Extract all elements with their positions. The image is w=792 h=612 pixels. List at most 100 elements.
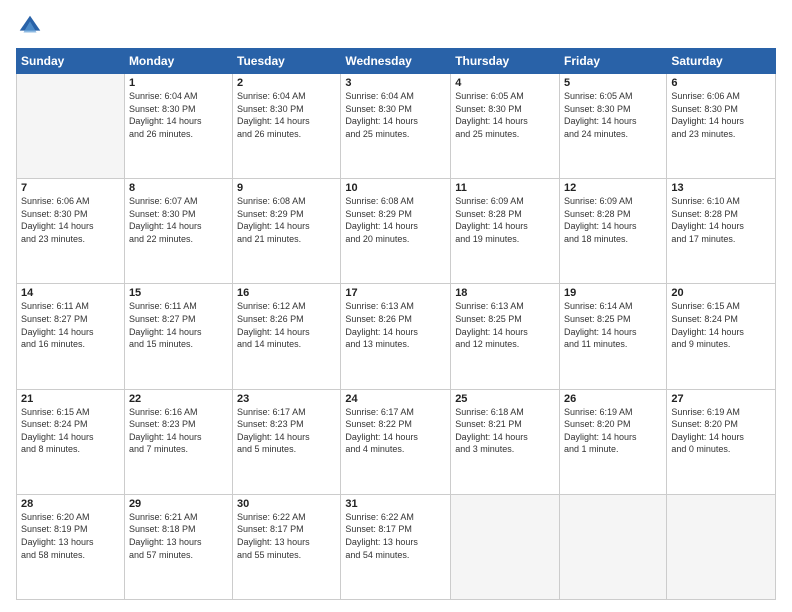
day-number: 11 — [455, 182, 555, 194]
day-info: Sunrise: 6:19 AM Sunset: 8:20 PM Dayligh… — [564, 406, 662, 456]
day-number: 24 — [345, 393, 446, 405]
day-cell: 21Sunrise: 6:15 AM Sunset: 8:24 PM Dayli… — [17, 389, 125, 494]
day-info: Sunrise: 6:09 AM Sunset: 8:28 PM Dayligh… — [564, 195, 662, 245]
day-number: 10 — [345, 182, 446, 194]
day-info: Sunrise: 6:15 AM Sunset: 8:24 PM Dayligh… — [21, 406, 120, 456]
day-info: Sunrise: 6:14 AM Sunset: 8:25 PM Dayligh… — [564, 300, 662, 350]
day-info: Sunrise: 6:12 AM Sunset: 8:26 PM Dayligh… — [237, 300, 336, 350]
week-row-1: 1Sunrise: 6:04 AM Sunset: 8:30 PM Daylig… — [17, 74, 776, 179]
day-info: Sunrise: 6:19 AM Sunset: 8:20 PM Dayligh… — [671, 406, 771, 456]
logo — [16, 12, 48, 40]
day-cell: 17Sunrise: 6:13 AM Sunset: 8:26 PM Dayli… — [341, 284, 451, 389]
day-cell: 25Sunrise: 6:18 AM Sunset: 8:21 PM Dayli… — [451, 389, 560, 494]
day-cell: 31Sunrise: 6:22 AM Sunset: 8:17 PM Dayli… — [341, 494, 451, 599]
day-info: Sunrise: 6:20 AM Sunset: 8:19 PM Dayligh… — [21, 511, 120, 561]
day-info: Sunrise: 6:16 AM Sunset: 8:23 PM Dayligh… — [129, 406, 228, 456]
day-info: Sunrise: 6:06 AM Sunset: 8:30 PM Dayligh… — [21, 195, 120, 245]
day-number: 8 — [129, 182, 228, 194]
day-number: 16 — [237, 287, 336, 299]
col-header-tuesday: Tuesday — [233, 49, 341, 74]
day-number: 31 — [345, 498, 446, 510]
day-number: 30 — [237, 498, 336, 510]
header-row: SundayMondayTuesdayWednesdayThursdayFrid… — [17, 49, 776, 74]
day-info: Sunrise: 6:07 AM Sunset: 8:30 PM Dayligh… — [129, 195, 228, 245]
day-cell: 11Sunrise: 6:09 AM Sunset: 8:28 PM Dayli… — [451, 179, 560, 284]
day-cell: 5Sunrise: 6:05 AM Sunset: 8:30 PM Daylig… — [560, 74, 667, 179]
day-number: 26 — [564, 393, 662, 405]
day-cell: 4Sunrise: 6:05 AM Sunset: 8:30 PM Daylig… — [451, 74, 560, 179]
day-cell: 12Sunrise: 6:09 AM Sunset: 8:28 PM Dayli… — [560, 179, 667, 284]
day-info: Sunrise: 6:13 AM Sunset: 8:26 PM Dayligh… — [345, 300, 446, 350]
calendar-table: SundayMondayTuesdayWednesdayThursdayFrid… — [16, 48, 776, 600]
day-number: 2 — [237, 77, 336, 89]
day-info: Sunrise: 6:22 AM Sunset: 8:17 PM Dayligh… — [345, 511, 446, 561]
day-cell: 28Sunrise: 6:20 AM Sunset: 8:19 PM Dayli… — [17, 494, 125, 599]
day-info: Sunrise: 6:05 AM Sunset: 8:30 PM Dayligh… — [564, 90, 662, 140]
week-row-2: 7Sunrise: 6:06 AM Sunset: 8:30 PM Daylig… — [17, 179, 776, 284]
col-header-sunday: Sunday — [17, 49, 125, 74]
day-number: 25 — [455, 393, 555, 405]
day-cell: 8Sunrise: 6:07 AM Sunset: 8:30 PM Daylig… — [124, 179, 232, 284]
day-info: Sunrise: 6:08 AM Sunset: 8:29 PM Dayligh… — [237, 195, 336, 245]
day-number: 22 — [129, 393, 228, 405]
day-number: 4 — [455, 77, 555, 89]
day-info: Sunrise: 6:11 AM Sunset: 8:27 PM Dayligh… — [129, 300, 228, 350]
day-cell: 15Sunrise: 6:11 AM Sunset: 8:27 PM Dayli… — [124, 284, 232, 389]
day-number: 7 — [21, 182, 120, 194]
day-info: Sunrise: 6:06 AM Sunset: 8:30 PM Dayligh… — [671, 90, 771, 140]
day-cell: 9Sunrise: 6:08 AM Sunset: 8:29 PM Daylig… — [233, 179, 341, 284]
day-cell: 10Sunrise: 6:08 AM Sunset: 8:29 PM Dayli… — [341, 179, 451, 284]
day-number: 6 — [671, 77, 771, 89]
day-info: Sunrise: 6:17 AM Sunset: 8:23 PM Dayligh… — [237, 406, 336, 456]
day-cell: 27Sunrise: 6:19 AM Sunset: 8:20 PM Dayli… — [667, 389, 776, 494]
header — [16, 12, 776, 40]
week-row-4: 21Sunrise: 6:15 AM Sunset: 8:24 PM Dayli… — [17, 389, 776, 494]
day-info: Sunrise: 6:04 AM Sunset: 8:30 PM Dayligh… — [345, 90, 446, 140]
col-header-saturday: Saturday — [667, 49, 776, 74]
day-cell: 19Sunrise: 6:14 AM Sunset: 8:25 PM Dayli… — [560, 284, 667, 389]
day-info: Sunrise: 6:11 AM Sunset: 8:27 PM Dayligh… — [21, 300, 120, 350]
day-number: 15 — [129, 287, 228, 299]
day-cell — [560, 494, 667, 599]
day-number: 18 — [455, 287, 555, 299]
day-info: Sunrise: 6:13 AM Sunset: 8:25 PM Dayligh… — [455, 300, 555, 350]
day-info: Sunrise: 6:17 AM Sunset: 8:22 PM Dayligh… — [345, 406, 446, 456]
day-cell: 2Sunrise: 6:04 AM Sunset: 8:30 PM Daylig… — [233, 74, 341, 179]
day-number: 21 — [21, 393, 120, 405]
day-info: Sunrise: 6:15 AM Sunset: 8:24 PM Dayligh… — [671, 300, 771, 350]
day-cell: 20Sunrise: 6:15 AM Sunset: 8:24 PM Dayli… — [667, 284, 776, 389]
day-number: 9 — [237, 182, 336, 194]
week-row-5: 28Sunrise: 6:20 AM Sunset: 8:19 PM Dayli… — [17, 494, 776, 599]
page: SundayMondayTuesdayWednesdayThursdayFrid… — [0, 0, 792, 612]
day-cell: 14Sunrise: 6:11 AM Sunset: 8:27 PM Dayli… — [17, 284, 125, 389]
day-cell: 22Sunrise: 6:16 AM Sunset: 8:23 PM Dayli… — [124, 389, 232, 494]
day-number: 20 — [671, 287, 771, 299]
day-number: 23 — [237, 393, 336, 405]
day-info: Sunrise: 6:08 AM Sunset: 8:29 PM Dayligh… — [345, 195, 446, 245]
day-cell: 3Sunrise: 6:04 AM Sunset: 8:30 PM Daylig… — [341, 74, 451, 179]
day-cell: 23Sunrise: 6:17 AM Sunset: 8:23 PM Dayli… — [233, 389, 341, 494]
col-header-monday: Monday — [124, 49, 232, 74]
day-cell — [667, 494, 776, 599]
day-cell: 29Sunrise: 6:21 AM Sunset: 8:18 PM Dayli… — [124, 494, 232, 599]
day-number: 14 — [21, 287, 120, 299]
day-cell: 24Sunrise: 6:17 AM Sunset: 8:22 PM Dayli… — [341, 389, 451, 494]
day-info: Sunrise: 6:04 AM Sunset: 8:30 PM Dayligh… — [237, 90, 336, 140]
day-number: 5 — [564, 77, 662, 89]
day-number: 27 — [671, 393, 771, 405]
col-header-thursday: Thursday — [451, 49, 560, 74]
day-cell: 6Sunrise: 6:06 AM Sunset: 8:30 PM Daylig… — [667, 74, 776, 179]
day-number: 13 — [671, 182, 771, 194]
col-header-wednesday: Wednesday — [341, 49, 451, 74]
day-cell: 16Sunrise: 6:12 AM Sunset: 8:26 PM Dayli… — [233, 284, 341, 389]
day-number: 29 — [129, 498, 228, 510]
day-info: Sunrise: 6:04 AM Sunset: 8:30 PM Dayligh… — [129, 90, 228, 140]
week-row-3: 14Sunrise: 6:11 AM Sunset: 8:27 PM Dayli… — [17, 284, 776, 389]
day-cell: 30Sunrise: 6:22 AM Sunset: 8:17 PM Dayli… — [233, 494, 341, 599]
day-cell — [17, 74, 125, 179]
day-cell: 26Sunrise: 6:19 AM Sunset: 8:20 PM Dayli… — [560, 389, 667, 494]
day-number: 17 — [345, 287, 446, 299]
day-cell: 18Sunrise: 6:13 AM Sunset: 8:25 PM Dayli… — [451, 284, 560, 389]
day-number: 19 — [564, 287, 662, 299]
day-info: Sunrise: 6:10 AM Sunset: 8:28 PM Dayligh… — [671, 195, 771, 245]
